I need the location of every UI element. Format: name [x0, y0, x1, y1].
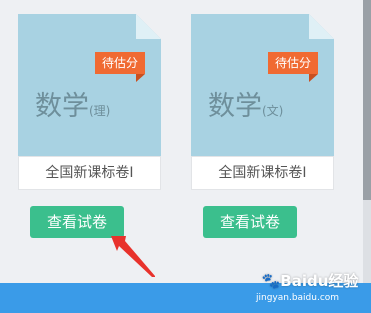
exam-card-math-arts[interactable]: 待估分 数学(文) 全国新课标卷I	[191, 14, 334, 190]
scrollbar[interactable]	[363, 0, 371, 283]
subject-type: (理)	[89, 104, 111, 118]
status-badge: 待估分	[268, 52, 318, 74]
subject-name: 数学	[35, 91, 89, 122]
subject-type: (文)	[262, 104, 284, 118]
baidu-jingyan-watermark: 🐾Baidu经验	[255, 270, 365, 291]
view-paper-button[interactable]: 查看试卷	[203, 206, 297, 238]
subject-name: 数学	[208, 91, 262, 122]
paper-name-label: 全国新课标卷I	[191, 156, 334, 190]
status-badge: 待估分	[95, 52, 145, 74]
paper-name-label: 全国新课标卷I	[18, 156, 161, 190]
exam-card-math-science[interactable]: 待估分 数学(理) 全国新课标卷I	[18, 14, 161, 190]
red-arrow-pointer-icon	[111, 236, 155, 277]
badge-ribbon-tail	[309, 74, 318, 82]
page-fold-corner	[309, 14, 334, 39]
subject-title: 数学(文)	[208, 84, 318, 123]
subject-title: 数学(理)	[35, 84, 145, 123]
watermark-logo-text: Baidu经验	[280, 272, 359, 290]
paw-logo-icon: 🐾	[261, 272, 281, 290]
scrollbar-thumb[interactable]	[363, 0, 371, 200]
watermark-url: jingyan.baidu.com	[256, 293, 340, 303]
page-fold-corner	[136, 14, 161, 39]
badge-ribbon-tail	[136, 74, 145, 82]
